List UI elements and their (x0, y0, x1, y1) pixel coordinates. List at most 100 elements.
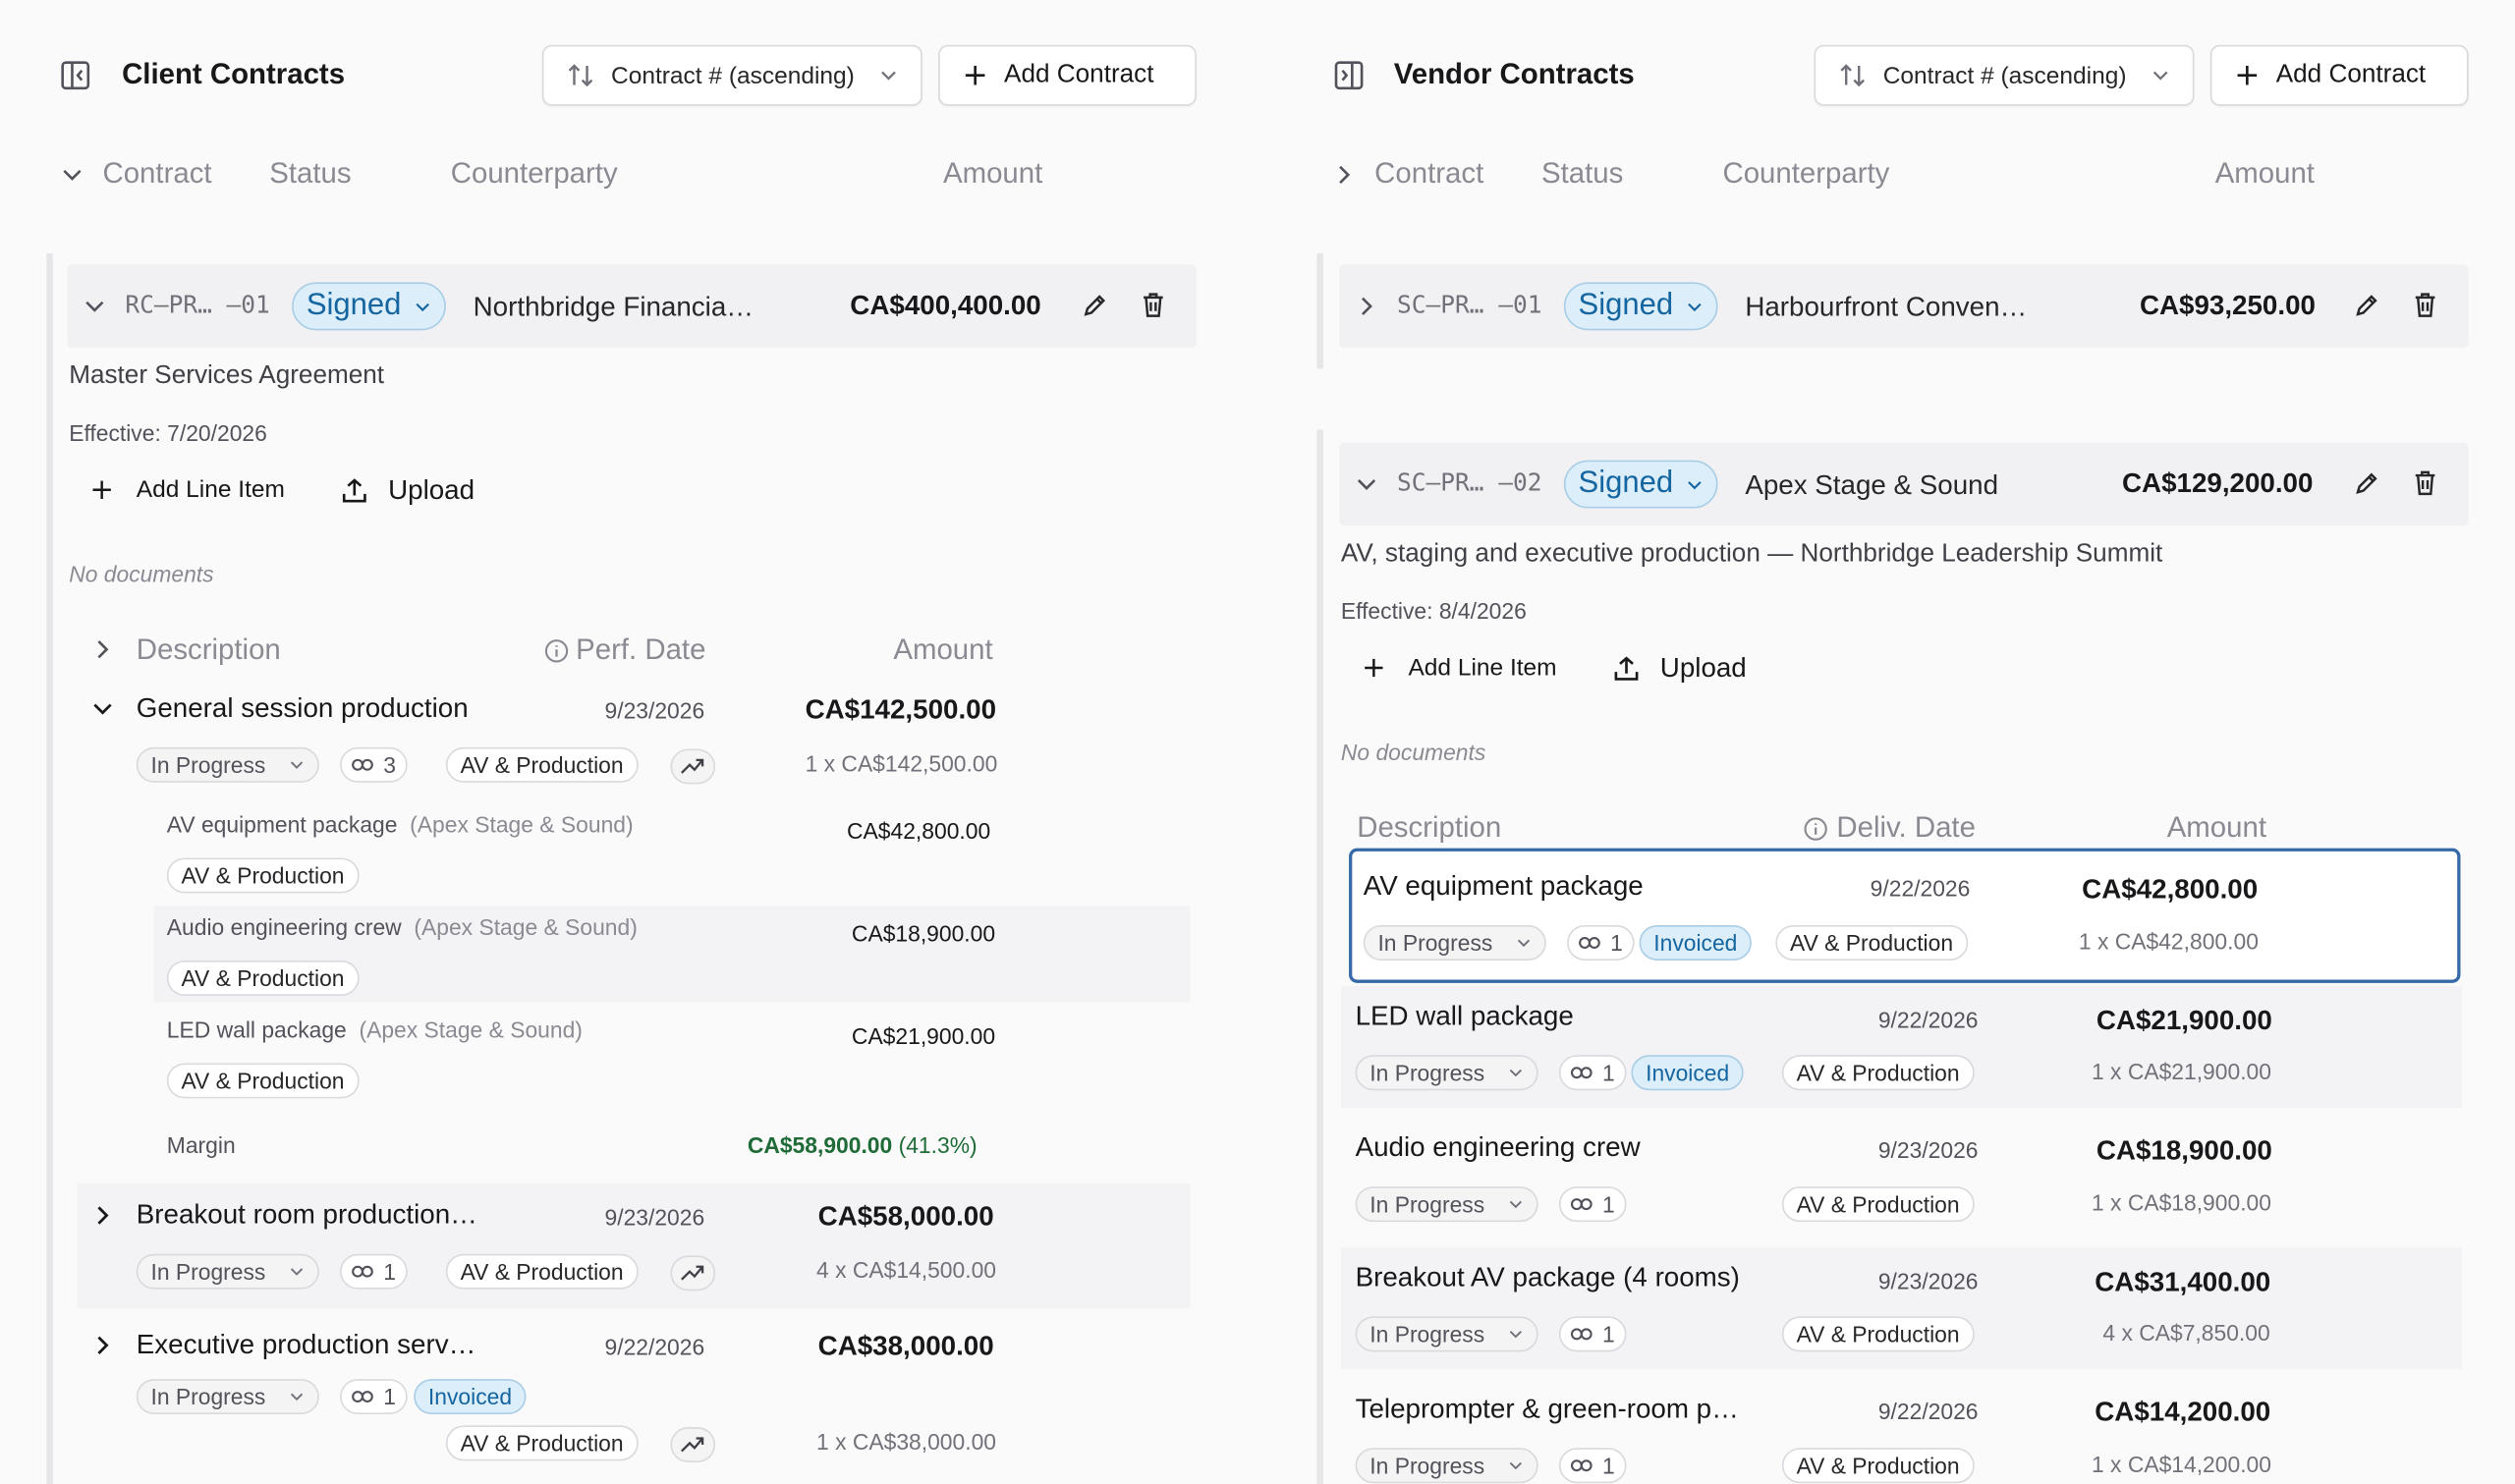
trend-icon[interactable] (670, 748, 716, 785)
info-icon[interactable] (543, 638, 569, 664)
sort-dropdown[interactable]: Contract # (ascending) (541, 44, 922, 106)
li-header-description[interactable]: Description (137, 633, 281, 667)
collapse-all-chevron-icon[interactable] (61, 164, 84, 187)
column-header-counterparty[interactable]: Counterparty (451, 157, 618, 191)
line-item-title: Breakout AV package (4 rooms) (1355, 1261, 1740, 1292)
upload-button[interactable]: Upload (1612, 652, 1747, 685)
margin-value: CA$58,900.00 (41.3%) (748, 1132, 978, 1158)
invoiced-label: Invoiced (1646, 1060, 1730, 1086)
expand-all-chevron-icon[interactable] (91, 638, 114, 661)
status-dropdown[interactable]: In Progress (1355, 1316, 1538, 1352)
add-contract-button[interactable]: Add Contract (2209, 44, 2469, 106)
status-badge[interactable]: Signed (1563, 460, 1718, 509)
pencil-icon[interactable] (2353, 292, 2380, 319)
invoiced-label: Invoiced (427, 1383, 513, 1410)
collapse-chevron-icon[interactable] (1356, 473, 1378, 496)
status-dropdown[interactable]: In Progress (1363, 925, 1546, 961)
link-count-badge[interactable]: 1 (1558, 1448, 1627, 1484)
sidebar-toggle-icon[interactable] (59, 59, 91, 91)
counterparty: Northbridge Financia… (473, 292, 754, 323)
trend-icon[interactable] (670, 1427, 716, 1462)
effective-date: Effective: 7/20/2026 (69, 419, 267, 446)
link-count-badge[interactable]: 1 (340, 1379, 408, 1414)
contract-row[interactable]: RC–PR… –01 Signed Northbridge Financia… … (67, 264, 1197, 349)
pencil-icon[interactable] (1081, 292, 1108, 319)
li-header-description[interactable]: Description (1357, 811, 1501, 845)
line-item-title: Executive production serv… (136, 1329, 476, 1360)
upload-button[interactable]: Upload (340, 474, 475, 507)
line-item-date: 9/22/2026 (604, 1334, 705, 1360)
status-dropdown[interactable]: In Progress (136, 1253, 319, 1290)
status-badge[interactable]: Signed (1563, 282, 1718, 331)
line-item-date: 9/22/2026 (1877, 1007, 1979, 1033)
status-dropdown[interactable]: In Progress (1355, 1448, 1538, 1484)
link-count-badge[interactable]: 1 (1558, 1055, 1627, 1091)
contract-number: SC–PR… –02 (1397, 467, 1542, 498)
link-count-badge[interactable]: 3 (340, 746, 408, 783)
category-badge: AV & Production (166, 960, 360, 996)
contract-indent-bar (46, 252, 53, 1484)
line-item-title: Breakout room production… (136, 1199, 477, 1231)
li-header-amount[interactable]: Amount (2167, 811, 2266, 845)
category-badge: AV & Production (1781, 1448, 1975, 1484)
status-label: In Progress (150, 751, 266, 778)
link-count: 1 (1610, 929, 1623, 957)
contract-row[interactable]: SC–PR… –02 Signed Apex Stage & Sound CA$… (1339, 442, 2469, 526)
column-header-contract[interactable]: Contract (1374, 157, 1483, 191)
status-dropdown[interactable]: In Progress (1355, 1186, 1538, 1223)
status-dropdown[interactable]: In Progress (136, 746, 319, 783)
line-item-quantity: 4 x CA$7,850.00 (2102, 1319, 2270, 1346)
li-header-date[interactable]: Deliv. Date (1836, 811, 1976, 845)
link-count-badge[interactable]: 1 (1567, 925, 1635, 961)
category-label: AV & Production (460, 1430, 624, 1457)
expand-all-chevron-icon[interactable] (1333, 164, 1356, 187)
pencil-icon[interactable] (2353, 469, 2380, 497)
sort-label: Contract # (ascending) (1882, 61, 2127, 89)
expand-chevron-icon[interactable] (91, 1204, 114, 1227)
link-icon (1570, 1196, 1593, 1212)
column-header-status[interactable]: Status (269, 157, 351, 191)
expand-chevron-icon[interactable] (84, 295, 106, 317)
chevron-down-icon (879, 66, 899, 85)
status-label: Signed (306, 288, 402, 323)
link-count: 1 (383, 1383, 396, 1410)
column-header-contract[interactable]: Contract (102, 157, 211, 191)
status-dropdown[interactable]: In Progress (136, 1379, 319, 1414)
vendor-contracts-panel: Vendor Contracts Contract # (ascending) … (1272, 0, 2515, 1484)
line-item-amount: CA$31,400.00 (2095, 1266, 2271, 1297)
trash-icon[interactable] (2411, 468, 2439, 497)
column-header-counterparty[interactable]: Counterparty (1722, 157, 1889, 191)
trash-icon[interactable] (2411, 291, 2439, 319)
sub-item-title: LED wall package (Apex Stage & Sound) (167, 1017, 583, 1042)
link-count-badge[interactable]: 1 (340, 1253, 408, 1290)
line-item-amount: CA$58,000.00 (817, 1200, 994, 1232)
column-header-amount[interactable]: Amount (943, 157, 1042, 191)
status-dropdown[interactable]: In Progress (1355, 1055, 1538, 1091)
column-header-status[interactable]: Status (1541, 157, 1623, 191)
link-count-badge[interactable]: 1 (1558, 1316, 1627, 1352)
category-label: AV & Production (1796, 1191, 1960, 1218)
add-line-item-button[interactable]: Add Line Item (1362, 654, 1557, 682)
category-label: AV & Production (460, 751, 624, 778)
expand-chevron-icon[interactable] (91, 1334, 114, 1356)
trend-icon[interactable] (670, 1255, 716, 1292)
add-line-item-button[interactable]: Add Line Item (89, 476, 285, 504)
li-header-date[interactable]: Perf. Date (576, 633, 705, 667)
contract-row[interactable]: SC–PR… –01 Signed Harbourfront Conven… C… (1339, 264, 2469, 349)
chevron-down-icon (1508, 1196, 1524, 1212)
link-count-badge[interactable]: 1 (1558, 1186, 1627, 1223)
info-icon[interactable] (1803, 816, 1828, 842)
add-contract-button[interactable]: Add Contract (938, 44, 1197, 106)
invoiced-label: Invoiced (1653, 929, 1738, 957)
column-header-amount[interactable]: Amount (2215, 157, 2315, 191)
chevron-down-icon (2151, 66, 2170, 85)
status-badge[interactable]: Signed (292, 282, 447, 331)
li-header-amount[interactable]: Amount (893, 633, 992, 667)
sort-dropdown[interactable]: Contract # (ascending) (1814, 44, 2195, 106)
chevron-down-icon (1686, 298, 1704, 315)
trash-icon[interactable] (1139, 291, 1167, 319)
sidebar-toggle-icon[interactable] (1333, 59, 1366, 91)
collapse-chevron-icon[interactable] (91, 697, 114, 720)
expand-chevron-icon[interactable] (1356, 295, 1378, 317)
line-item-title: Audio engineering crew (1355, 1131, 1641, 1163)
